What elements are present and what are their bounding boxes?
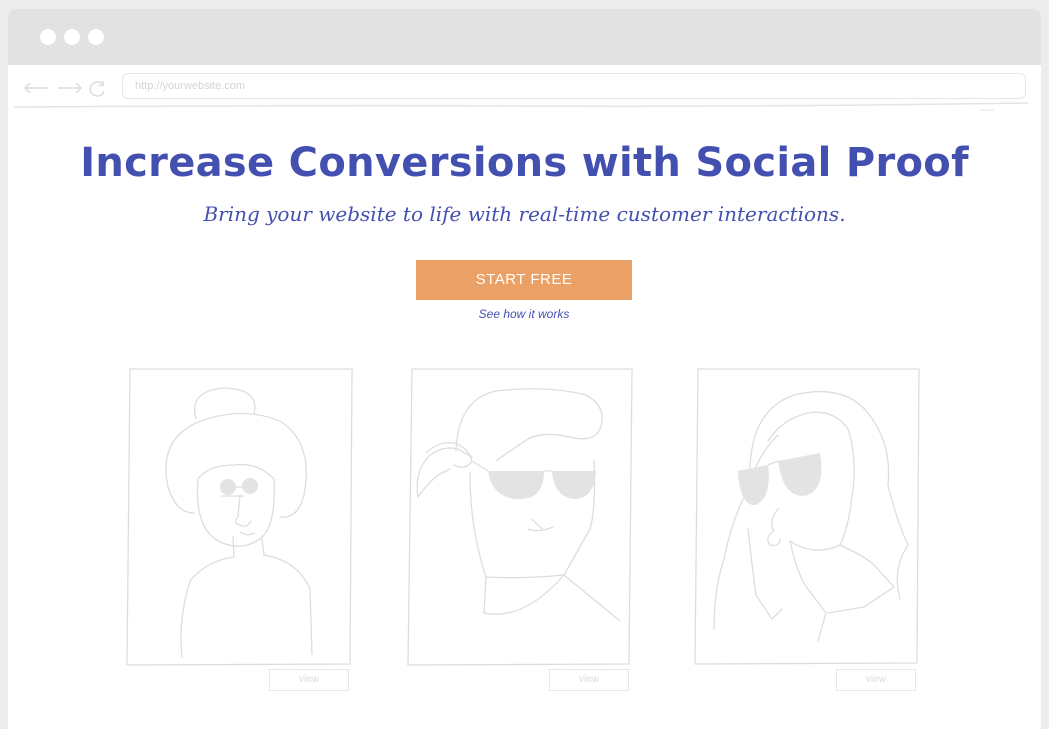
browser-window: http://yourwebsite.com Increase Conversi… — [8, 9, 1041, 729]
sunglasses-lenses — [220, 453, 822, 506]
portrait-2-view-button[interactable]: view — [549, 669, 629, 691]
portrait-frame-3 — [694, 368, 920, 665]
portrait-1-view-button[interactable]: view — [269, 669, 349, 691]
portrait-frame-1 — [126, 368, 353, 666]
portrait-3-view-button[interactable]: view — [836, 669, 916, 691]
portrait-sketches — [126, 368, 920, 666]
portrait-frame-2 — [407, 368, 633, 666]
